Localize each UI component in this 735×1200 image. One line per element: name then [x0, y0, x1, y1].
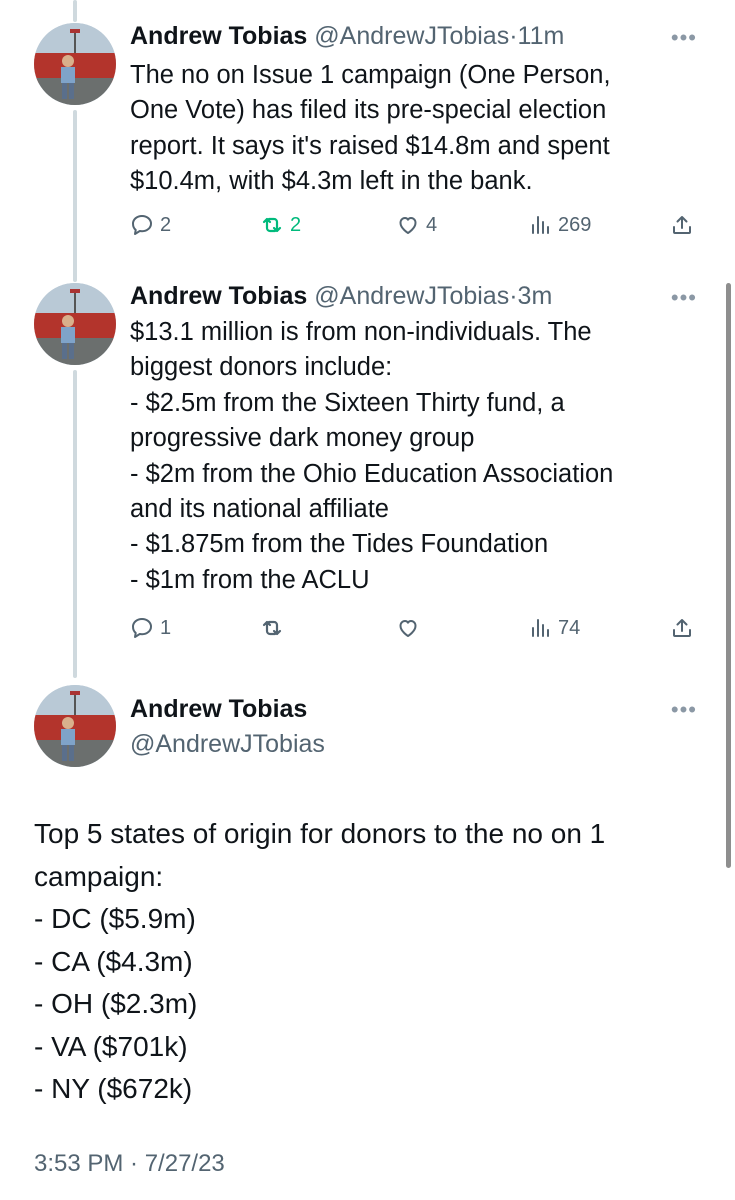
text-line: - NY ($672k): [34, 1073, 193, 1104]
retweet-icon: [262, 217, 282, 233]
share-icon: [673, 619, 691, 637]
reply-button[interactable]: 2: [130, 208, 171, 242]
text-line: The no on Issue 1 campaign (One Person,: [130, 61, 611, 89]
text-line: biggest donors include:: [130, 353, 393, 382]
text-line: Top 5 states of origin for donors to the…: [34, 818, 606, 849]
tweet-header: Andrew Tobias @AndrewJTobias·3m: [130, 281, 695, 311]
tweet-text: $13.1 million is from non-individuals. T…: [130, 315, 695, 598]
action-bar: 1 74: [130, 611, 700, 645]
reply-count: 2: [160, 213, 172, 236]
text-line: - VA ($701k): [34, 1030, 188, 1062]
retweet-button[interactable]: [260, 611, 290, 645]
more-horizontal-icon[interactable]: •••: [671, 699, 697, 721]
more-horizontal-icon[interactable]: •••: [671, 287, 697, 309]
text-line: report. It says it's raised $14.8m and s…: [130, 131, 610, 160]
more-horizontal-icon[interactable]: •••: [671, 27, 697, 49]
share-button[interactable]: [670, 208, 700, 242]
author-handle[interactable]: @AndrewJTobias: [314, 22, 509, 50]
thread-line: [73, 370, 77, 678]
author-name[interactable]: Andrew Tobias: [130, 692, 307, 726]
avatar-photo: [34, 23, 116, 105]
retweet-icon: [262, 620, 282, 636]
views-button[interactable]: 269: [528, 208, 591, 242]
views-count: 74: [558, 616, 581, 639]
avatar-photo: [34, 283, 116, 365]
like-button[interactable]: [396, 611, 426, 645]
text-line: - $1.875m from the Tides Foundation: [130, 530, 549, 559]
text-line: - $1m from the ACLU: [130, 565, 370, 594]
tweet-header: Andrew Tobias @AndrewJTobias·11m: [130, 21, 695, 51]
avatar-photo: [34, 685, 116, 767]
author-name[interactable]: Andrew Tobias: [130, 282, 307, 310]
reply-bubble-icon: [132, 618, 152, 638]
separator-dot: ·: [509, 22, 518, 50]
scrollbar[interactable]: [726, 283, 731, 868]
text-line: progressive dark money group: [130, 424, 475, 453]
tweet-time[interactable]: 3m: [518, 282, 553, 310]
separator-dot: ·: [509, 282, 518, 310]
text-line: - $2m from the Ohio Education Associatio…: [130, 459, 614, 488]
text-line: and its national affiliate: [130, 495, 389, 524]
thread-line: [73, 0, 77, 22]
text-line: - OH ($2.3m): [34, 988, 198, 1019]
author-name[interactable]: Andrew Tobias: [130, 22, 307, 50]
retweet-count: 2: [290, 213, 302, 236]
heart-icon: [399, 620, 417, 637]
action-bar: 2 2 4 269: [130, 208, 700, 242]
reply-bubble-icon: [132, 215, 152, 235]
thread-line: [73, 110, 77, 282]
text-line: One Vote) has filed its pre-special elec…: [130, 96, 607, 125]
views-bar-chart-icon: [532, 619, 549, 637]
reply-count: 1: [160, 616, 172, 639]
avatar[interactable]: [34, 685, 116, 767]
like-count: 4: [426, 213, 438, 236]
views-bar-chart-icon: [532, 216, 549, 234]
text-line: $10.4m, with $4.3m left in the bank.: [130, 167, 533, 196]
views-button[interactable]: 74: [528, 611, 580, 645]
tweet-time[interactable]: 11m: [518, 22, 565, 50]
tweet-timestamp[interactable]: 3:53 PM · 7/27/23: [34, 1150, 225, 1178]
text-line: - DC ($5.9m): [34, 903, 196, 934]
text-line: - $2.5m from the Sixteen Thirty fund, a: [130, 388, 565, 417]
text-line: - CA ($4.3m): [34, 945, 193, 977]
avatar[interactable]: [34, 23, 116, 105]
tweet-text: The no on Issue 1 campaign (One Person, …: [130, 58, 695, 200]
views-count: 269: [558, 213, 592, 236]
share-icon: [673, 216, 691, 234]
author-handle[interactable]: @AndrewJTobias: [130, 727, 325, 761]
retweet-button[interactable]: 2: [260, 208, 301, 242]
tweet-text: Top 5 states of origin for donors to the…: [34, 813, 695, 1111]
text-line: campaign:: [34, 860, 164, 892]
reply-button[interactable]: 1: [130, 611, 171, 645]
heart-icon: [399, 217, 417, 234]
author-handle[interactable]: @AndrewJTobias: [314, 282, 509, 310]
share-button[interactable]: [670, 611, 700, 645]
avatar[interactable]: [34, 283, 116, 365]
text-line: $13.1 million is from non-individuals. T…: [130, 318, 592, 346]
like-button[interactable]: 4: [396, 208, 437, 242]
